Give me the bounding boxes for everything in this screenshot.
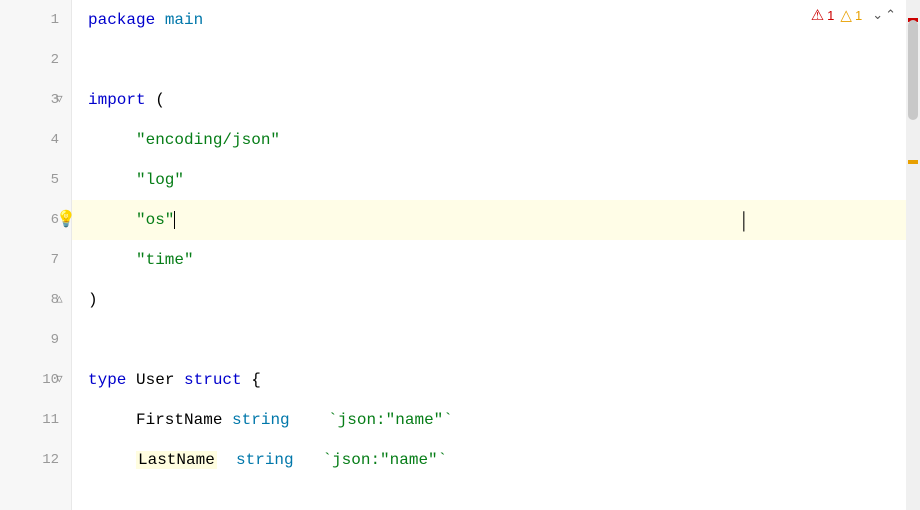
error-badge[interactable]: ⚠ 1 <box>811 6 835 24</box>
code-line-7: "time" <box>72 240 906 280</box>
code-line-12: LastName string `json:"name"` <box>72 440 906 480</box>
error-icon: ⚠ <box>811 6 824 24</box>
token-struct: struct <box>184 371 242 389</box>
token-json-name-2: `json:"name"` <box>322 451 447 469</box>
token-brace-open: { <box>242 371 261 389</box>
code-area[interactable]: package main import ( "encoding/json" "l… <box>72 0 906 510</box>
code-line-4: "encoding/json" <box>72 120 906 160</box>
code-line-11: FirstName string `json:"name"` <box>72 400 906 440</box>
token-type: type <box>88 371 126 389</box>
line-num-12: 12 <box>0 440 71 480</box>
scrollbar-thumb[interactable] <box>908 20 918 120</box>
scroll-warning-marker <box>908 160 918 164</box>
token-spaces <box>290 411 328 429</box>
line-num-7: 7 <box>0 240 71 280</box>
token-lastname: LastName <box>136 451 217 469</box>
code-line-1: package main <box>72 0 906 40</box>
token-paren-open: ( <box>146 91 165 109</box>
line-num-6: 6 💡 <box>0 200 71 240</box>
warning-badge[interactable]: △ 1 <box>840 6 862 24</box>
token-json-name-1: `json:"name"` <box>328 411 453 429</box>
token-space <box>222 411 232 429</box>
line-number-gutter: 1 2 3 ▽ 4 5 6 💡 7 8 △ 9 10 ▽ 11 12 <box>0 0 72 510</box>
toolbar: ⚠ 1 △ 1 ⌄ ⌃ <box>811 6 896 24</box>
fold-icon-3[interactable]: ▽ <box>56 80 63 120</box>
code-line-5: "log" <box>72 160 906 200</box>
code-line-6: "os" | <box>72 200 906 240</box>
code-line-2 <box>72 40 906 80</box>
code-line-10: type User struct { <box>72 360 906 400</box>
scrollbar-track[interactable] <box>906 0 920 510</box>
line-num-5: 5 <box>0 160 71 200</box>
token-os: "os" <box>136 211 174 229</box>
next-issue-arrow[interactable]: ⌃ <box>885 7 896 23</box>
code-line-3: import ( <box>72 80 906 120</box>
ibeam-cursor: | <box>742 207 746 233</box>
token-spaces2 <box>217 451 236 469</box>
warning-icon: △ <box>840 6 852 24</box>
text-cursor <box>174 211 175 229</box>
token-time: "time" <box>136 251 194 269</box>
token-encoding-json: "encoding/json" <box>136 131 280 149</box>
line-num-1: 1 <box>0 0 71 40</box>
error-count: 1 <box>827 8 834 23</box>
token-import: import <box>88 91 146 109</box>
line-num-11: 11 <box>0 400 71 440</box>
token-firstname: FirstName <box>136 411 222 429</box>
token-string-type-2: string <box>236 451 294 469</box>
token-log: "log" <box>136 171 184 189</box>
fold-icon-10[interactable]: ▽ <box>56 360 63 400</box>
editor: ⚠ 1 △ 1 ⌄ ⌃ 1 2 3 ▽ 4 5 6 💡 7 8 △ 9 <box>0 0 920 510</box>
line-num-2: 2 <box>0 40 71 80</box>
token-string-type-1: string <box>232 411 290 429</box>
line-num-8: 8 △ <box>0 280 71 320</box>
prev-issue-arrow[interactable]: ⌄ <box>872 7 883 23</box>
token-user: User <box>126 371 184 389</box>
token-paren-close: ) <box>88 291 98 309</box>
code-line-9 <box>72 320 906 360</box>
line-num-4: 4 <box>0 120 71 160</box>
token-package: package <box>88 11 165 29</box>
line-num-9: 9 <box>0 320 71 360</box>
line-num-3: 3 ▽ <box>0 80 71 120</box>
code-line-8: ) <box>72 280 906 320</box>
warning-count: 1 <box>855 8 862 23</box>
navigation-arrows: ⌄ ⌃ <box>872 7 896 23</box>
token-main: main <box>165 11 203 29</box>
token-spaces3 <box>294 451 323 469</box>
fold-icon-8[interactable]: △ <box>56 280 63 320</box>
line-num-10: 10 ▽ <box>0 360 71 400</box>
